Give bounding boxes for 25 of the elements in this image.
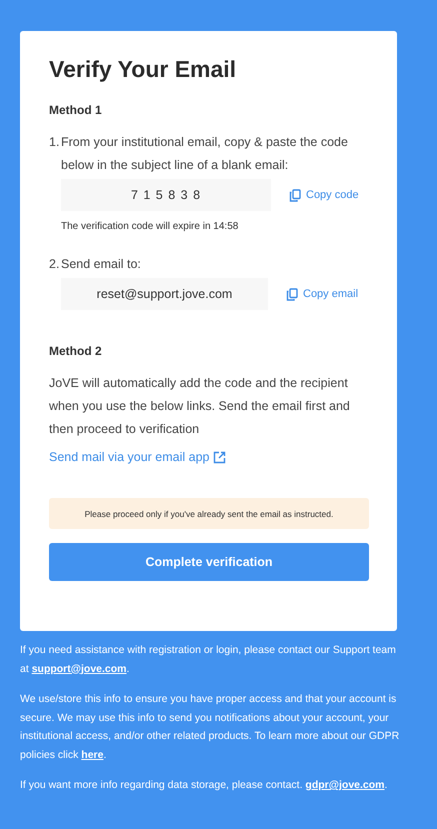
method-description: JoVE will automatically add the code and the recipient when you use the below links. Send the email first and then proceed to verification [49,375,351,438]
step-number: 2. [49,256,60,273]
step-number: 1. [49,134,60,151]
step-text: Send email to: [61,257,141,271]
external-link-icon [212,450,226,464]
warning-notice: Please proceed only if you've already sent the email as instructed. [49,498,369,529]
footer-link[interactable]: gdpr@jove.com [305,779,385,791]
footer-link[interactable]: here [81,748,104,760]
footer-text: If you want more info regarding data storage, please contact. gdpr@jove.com. [20,778,388,793]
method-heading: Method 2 [49,344,102,358]
page-title: Verify Your Email [49,55,236,83]
footer-text: If you need assistance with registration or login, please contact our Support team at support@jove.com. [20,643,397,676]
method-heading: Method 1 [49,103,102,117]
expiry-note: The verification code will expire in 14:58 [61,220,238,234]
copy-email-button[interactable]: Copy email [286,288,358,300]
copy-code-button[interactable]: Copy code [289,188,359,202]
footer-text: We use/store this info to ensure you have proper access and that your account is secure. We may use this info to send you notifications about your account, your institutional access, and/or other related products. To learn more about our GDPR policies click here. [20,692,400,762]
send-mail-link[interactable]: Send mail via your email app [49,450,226,464]
footer-link[interactable]: support@jove.com [32,662,127,674]
copy-icon [286,288,298,300]
verification-code-field: 7 1 5 8 3 8 [61,179,271,211]
step-text: From your institutional email, copy & paste the code below in the subject line of a blank email: [61,135,348,172]
complete-verification-button[interactable]: Complete verification [49,543,369,581]
copy-icon [289,188,301,202]
support-email-field: reset@support.jove.com [61,278,268,310]
